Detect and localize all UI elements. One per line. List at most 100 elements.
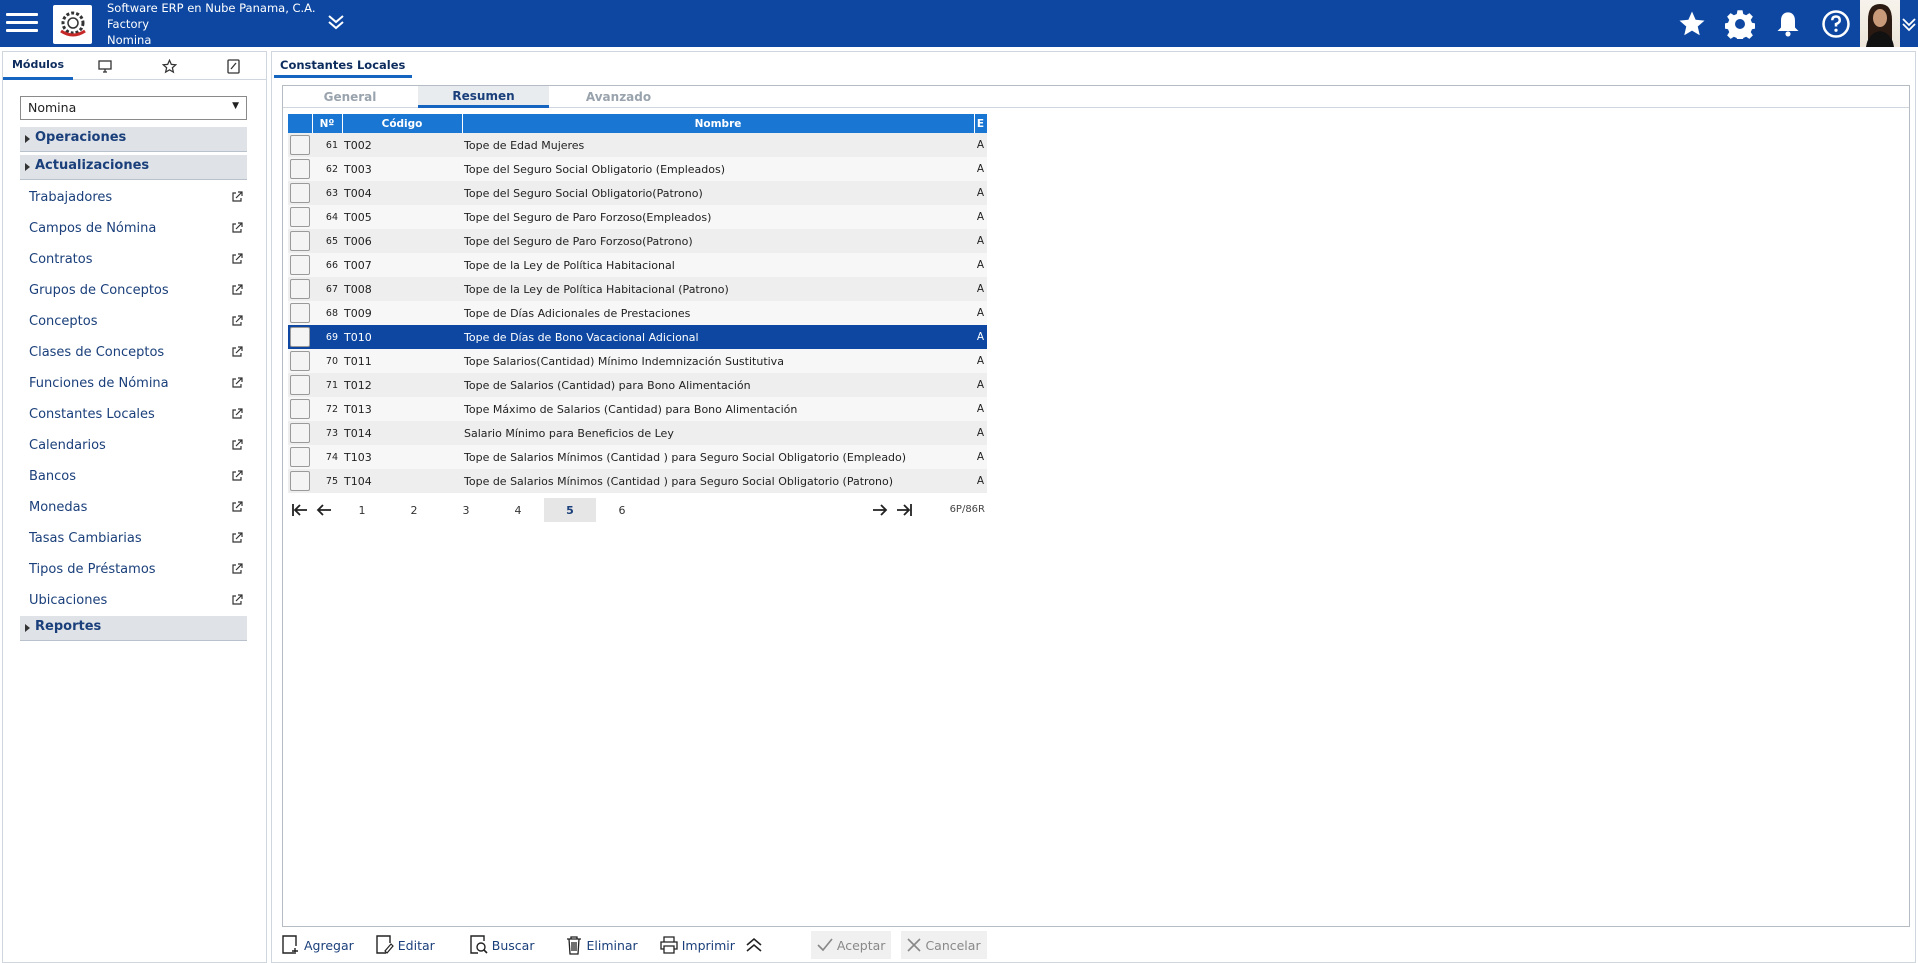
monitor-icon[interactable] xyxy=(73,52,137,80)
table-row[interactable]: 64 T005 Tope del Seguro de Paro Forzoso(… xyxy=(288,205,987,229)
column-number[interactable]: Nº xyxy=(312,114,343,133)
sidebar-item-campos-nomina[interactable]: Campos de Nómina xyxy=(20,217,247,241)
document-icon[interactable] xyxy=(201,52,265,80)
tab-avanzado[interactable]: Avanzado xyxy=(551,86,686,108)
row-checkbox[interactable] xyxy=(290,423,310,443)
sidebar-item-funciones-nomina[interactable]: Funciones de Nómina xyxy=(20,372,247,396)
section-actualizaciones[interactable]: Actualizaciones xyxy=(20,155,247,180)
table-row[interactable]: 72 T013 Tope Máximo de Salarios (Cantida… xyxy=(288,397,987,421)
table-row[interactable]: 70 T011 Tope Salarios(Cantidad) Mínimo I… xyxy=(288,349,987,373)
tab-general[interactable]: General xyxy=(283,86,417,108)
last-page-icon[interactable] xyxy=(892,498,916,522)
page-5[interactable]: 5 xyxy=(544,498,596,522)
chevron-down-icon[interactable] xyxy=(1900,0,1918,47)
row-checkbox[interactable] xyxy=(290,135,310,155)
table-row[interactable]: 67 T008 Tope de la Ley de Política Habit… xyxy=(288,277,987,301)
table-row[interactable]: 73 T014 Salario Mínimo para Beneficios d… xyxy=(288,421,987,445)
table-row[interactable]: 66 T007 Tope de la Ley de Política Habit… xyxy=(288,253,987,277)
tab-resumen[interactable]: Resumen xyxy=(418,86,549,108)
row-code: T003 xyxy=(342,157,462,181)
section-actualizaciones-label: Actualizaciones xyxy=(35,158,150,173)
sidebar-item-calendarios[interactable]: Calendarios xyxy=(20,434,247,458)
page-3[interactable]: 3 xyxy=(440,498,492,522)
sidebar-item-trabajadores[interactable]: Trabajadores xyxy=(20,186,247,210)
print-button[interactable]: Imprimir xyxy=(660,931,735,959)
sidebar-item-ubicaciones[interactable]: Ubicaciones xyxy=(20,589,247,613)
table-row[interactable]: 68 T009 Tope de Días Adicionales de Pres… xyxy=(288,301,987,325)
collapse-up-icon[interactable] xyxy=(745,931,767,959)
row-checkbox[interactable] xyxy=(290,255,310,275)
chevron-double-down-icon[interactable] xyxy=(326,12,346,36)
table-row[interactable]: 62 T003 Tope del Seguro Social Obligator… xyxy=(288,157,987,181)
next-page-icon[interactable] xyxy=(868,498,892,522)
row-checkbox[interactable] xyxy=(290,303,310,323)
gear-icon[interactable] xyxy=(1716,0,1764,47)
delete-button[interactable]: Eliminar xyxy=(566,931,638,959)
table-row[interactable]: 71 T012 Tope de Salarios (Cantidad) para… xyxy=(288,373,987,397)
sidebar-item-tasas-cambiarias[interactable]: Tasas Cambiarias xyxy=(20,527,247,551)
edit-icon xyxy=(376,935,394,954)
sidebar-item-clases-conceptos[interactable]: Clases de Conceptos xyxy=(20,341,247,365)
page-2[interactable]: 2 xyxy=(388,498,440,522)
sidebar-item-constantes-locales[interactable]: Constantes Locales xyxy=(20,403,247,427)
main-area: Constantes Locales General Resumen Avanz… xyxy=(271,51,1916,963)
page-1[interactable]: 1 xyxy=(336,498,388,522)
cancel-button[interactable]: Cancelar xyxy=(901,931,987,959)
row-checkbox[interactable] xyxy=(290,231,310,251)
accept-button[interactable]: Aceptar xyxy=(810,931,892,959)
help-icon[interactable] xyxy=(1812,0,1860,47)
table-row[interactable]: 75 T104 Tope de Salarios Mínimos (Cantid… xyxy=(288,469,987,493)
sidebar-item-conceptos[interactable]: Conceptos xyxy=(20,310,247,334)
column-state[interactable]: E xyxy=(974,114,988,133)
row-checkbox[interactable] xyxy=(290,159,310,179)
row-checkbox[interactable] xyxy=(290,375,310,395)
row-checkbox[interactable] xyxy=(290,471,310,491)
first-page-icon[interactable] xyxy=(288,498,312,522)
sidebar-item-tipos-prestamos[interactable]: Tipos de Préstamos xyxy=(20,558,247,582)
row-checkbox[interactable] xyxy=(290,351,310,371)
column-name[interactable]: Nombre xyxy=(462,114,975,133)
avatar[interactable] xyxy=(1860,0,1900,47)
add-icon xyxy=(282,935,298,954)
row-checkbox[interactable] xyxy=(290,447,310,467)
row-checkbox[interactable] xyxy=(290,279,310,299)
section-operaciones[interactable]: Operaciones xyxy=(20,127,247,152)
section-reportes[interactable]: Reportes xyxy=(20,616,247,641)
table-row[interactable]: 65 T006 Tope del Seguro de Paro Forzoso(… xyxy=(288,229,987,253)
triangle-right-icon xyxy=(25,135,30,143)
add-button[interactable]: Agregar xyxy=(282,931,354,959)
sidebar-item-label: Monedas xyxy=(29,500,88,515)
row-name: Tope de Salarios (Cantidad) para Bono Al… xyxy=(462,373,974,397)
star-icon[interactable] xyxy=(1668,0,1716,47)
module-select-value: Nomina xyxy=(28,100,77,115)
sidebar-item-contratos[interactable]: Contratos xyxy=(20,248,247,272)
sidebar-item-grupos-conceptos[interactable]: Grupos de Conceptos xyxy=(20,279,247,303)
prev-page-icon[interactable] xyxy=(312,498,336,522)
row-name: Tope de Días de Bono Vacacional Adiciona… xyxy=(462,325,974,349)
sidebar-item-bancos[interactable]: Bancos xyxy=(20,465,247,489)
row-checkbox[interactable] xyxy=(290,183,310,203)
row-number: 69 xyxy=(312,325,342,349)
close-icon xyxy=(907,938,922,952)
sidebar-item-monedas[interactable]: Monedas xyxy=(20,496,247,520)
edit-button[interactable]: Editar xyxy=(376,931,435,959)
column-code[interactable]: Código xyxy=(342,114,463,133)
table-row[interactable]: 61 T002 Tope de Edad Mujeres A xyxy=(288,133,987,157)
table-row-selected[interactable]: 69 T010 Tope de Días de Bono Vacacional … xyxy=(288,325,987,349)
bell-icon[interactable] xyxy=(1764,0,1812,47)
star-outline-icon[interactable] xyxy=(137,52,201,80)
table-row[interactable]: 74 T103 Tope de Salarios Mínimos (Cantid… xyxy=(288,445,987,469)
tab-modules[interactable]: Módulos xyxy=(3,52,73,80)
search-button[interactable]: Buscar xyxy=(470,931,534,959)
table-row[interactable]: 63 T004 Tope del Seguro Social Obligator… xyxy=(288,181,987,205)
edit-label: Editar xyxy=(397,937,435,953)
page-6[interactable]: 6 xyxy=(596,498,648,522)
row-checkbox[interactable] xyxy=(290,327,310,347)
tab-constantes-locales[interactable]: Constantes Locales xyxy=(274,52,413,78)
page-4[interactable]: 4 xyxy=(492,498,544,522)
row-checkbox[interactable] xyxy=(290,207,310,227)
row-checkbox[interactable] xyxy=(290,399,310,419)
module-select[interactable]: Nomina ▼ xyxy=(20,96,247,120)
row-number: 62 xyxy=(312,157,342,181)
menu-icon[interactable] xyxy=(6,8,38,38)
